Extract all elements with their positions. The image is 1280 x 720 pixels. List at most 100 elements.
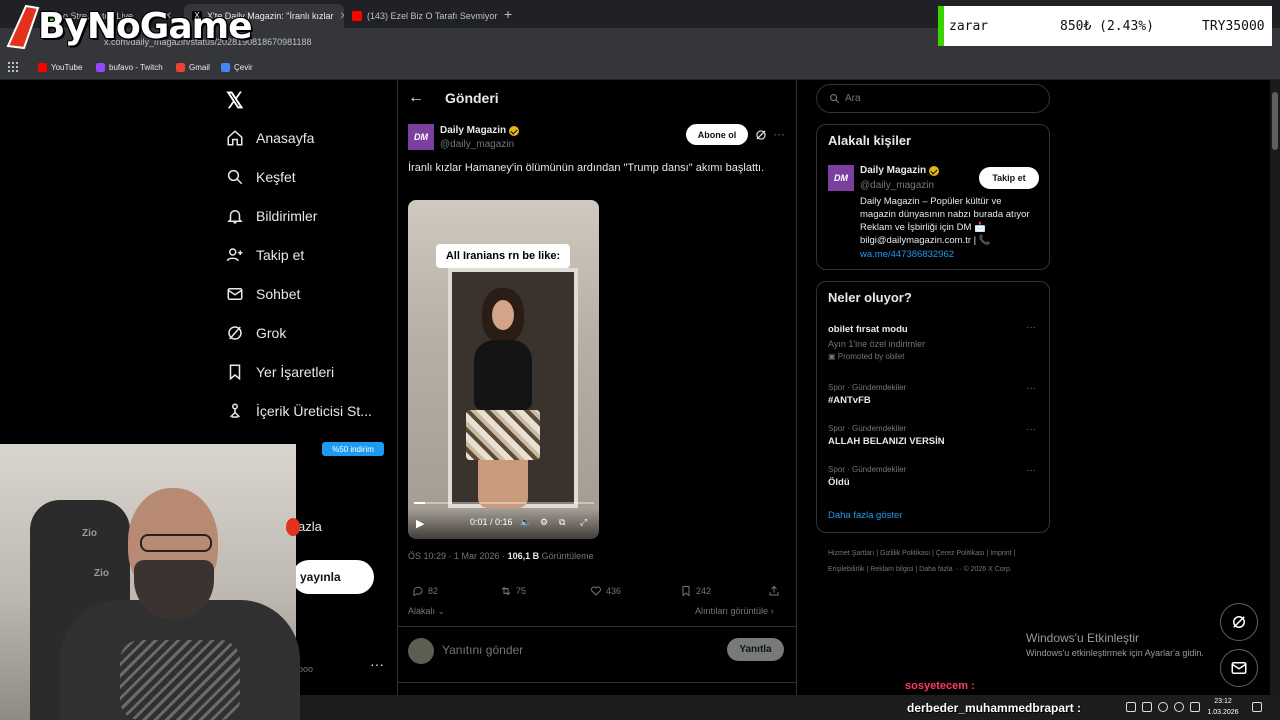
trend-category: Spor · Gündemdekiler (828, 424, 907, 433)
taskbar-clock[interactable]: 23:12 1.03.2026 (1206, 696, 1240, 718)
related-name[interactable]: Daily Magazin (860, 165, 940, 176)
nav-item-notifications[interactable]: Bildirimler (226, 207, 317, 225)
bookmark-twitch[interactable]: bufavo - Twitch (96, 61, 163, 73)
video-progress-fill (414, 502, 426, 504)
scrollbar-track[interactable] (1270, 80, 1280, 695)
footer-links[interactable]: Hizmet Şartları | Gizlilik Politikası | … (828, 546, 1048, 578)
author-name[interactable]: Daily Magazin (440, 125, 520, 136)
share-action[interactable] (768, 585, 784, 597)
nav-label: Yer İşaretleri (256, 364, 335, 380)
show-more-link[interactable]: Daha fazla göster (828, 510, 902, 521)
close-icon[interactable]: ✕ (497, 11, 500, 22)
follow-button[interactable]: Takip et (979, 167, 1039, 189)
reply-count: 82 (428, 586, 439, 596)
nav-item-more[interactable]: azla (298, 519, 322, 534)
trend-item[interactable]: obilet fırsat modu Ayın 1'ine özel indir… (828, 322, 1040, 361)
mail-icon (1231, 662, 1247, 674)
network-icon[interactable] (1174, 702, 1184, 712)
scrollbar-thumb[interactable] (1272, 92, 1278, 150)
trend-name: ALLAH BELANIZI VERSİN (828, 436, 945, 447)
view-quotes-link[interactable]: Alıntıları görüntüle › (695, 606, 774, 616)
chat-message: derbeder_muhammedbrapart : (907, 701, 1082, 715)
trend-item[interactable]: Spor · Gündemdekiler Öldü ··· (828, 465, 1040, 488)
nav-item-bookmarks[interactable]: Yer İşaretleri (226, 363, 334, 381)
stream-ticker: zarar 850₺ (2.43%) TRY35000 (938, 6, 1272, 46)
windows-activate-title: Windows'u Etkinleştir (1026, 631, 1139, 645)
promo-badge[interactable]: %50 indirim (322, 442, 384, 456)
subscribe-button[interactable]: Abone ol (686, 124, 748, 145)
tray-icon[interactable] (1126, 702, 1136, 712)
nav-label: Bildirimler (256, 208, 318, 224)
trend-name: #ANTvFB (828, 395, 871, 406)
more-options-icon[interactable]: ··· (1026, 424, 1036, 435)
author-avatar[interactable]: DM (408, 124, 434, 150)
nav-label: Takip et (256, 247, 305, 263)
pip-icon[interactable]: ⧉ (559, 517, 565, 528)
notification-icon[interactable] (1252, 702, 1262, 712)
related-handle[interactable]: @daily_magazin (860, 180, 934, 191)
bookmark-action[interactable]: 242 (680, 585, 711, 597)
repost-count: 75 (516, 586, 527, 596)
trend-sub: Ayın 1'ine özel indirimler (828, 339, 926, 349)
post-text: İranlı kızlar Hamaney'in ölümünün ardınd… (408, 162, 765, 174)
post-time: ÖS 10:29 · 1 Mar 2026 · (408, 551, 508, 561)
volume-icon[interactable]: 🔈 (520, 517, 531, 528)
nav-item-grok[interactable]: Grok (226, 324, 286, 342)
browser-tab-youtube[interactable]: (143) Ezel Biz O Tarafı Sevmiyor ✕ (344, 4, 500, 28)
nav-item-follow[interactable]: Takip et (226, 246, 304, 264)
play-icon[interactable]: ▶ (416, 517, 424, 530)
related-dropdown[interactable]: Alakalı ⌄ (408, 606, 445, 617)
new-tab-button[interactable]: + (504, 6, 512, 22)
repost-action[interactable]: 75 (500, 585, 526, 597)
bookmark-youtube[interactable]: YouTube (38, 61, 82, 73)
like-action[interactable]: 436 (590, 585, 621, 597)
messages-fab-button[interactable] (1220, 649, 1258, 687)
profile-menu-icon[interactable]: ··· (370, 656, 384, 672)
nav-item-chat[interactable]: Sohbet (226, 285, 300, 303)
x-logo[interactable]: 𝕏 (226, 88, 244, 114)
reply-action[interactable]: 82 (412, 585, 438, 597)
like-count: 436 (606, 586, 622, 596)
reply-icon (413, 586, 423, 597)
video-progress-track[interactable] (414, 502, 594, 504)
search-input[interactable]: Ara (816, 84, 1050, 113)
tray-icon[interactable] (1142, 702, 1152, 712)
nav-item-creator-studio[interactable]: İçerik Üreticisi St... (226, 402, 372, 420)
post-button[interactable]: yayınla (292, 560, 374, 594)
twitch-icon (96, 62, 105, 72)
reply-input[interactable]: Yanıtını gönder (442, 643, 523, 657)
more-options-icon[interactable]: ··· (1026, 383, 1036, 394)
apps-grid-icon[interactable] (8, 62, 18, 72)
trend-item[interactable]: Spor · Gündemdekiler ALLAH BELANIZI VERS… (828, 424, 1040, 447)
nav-label: Anasayfa (256, 130, 315, 146)
related-avatar[interactable]: DM (828, 165, 854, 191)
video-frame-legs (478, 460, 528, 508)
verified-badge-icon (929, 165, 940, 176)
grok-icon[interactable] (754, 128, 768, 142)
author-handle[interactable]: @daily_magazin (440, 139, 514, 150)
verified-badge-icon (509, 125, 520, 136)
microphone-icon[interactable] (1158, 702, 1168, 712)
youtube-icon (38, 62, 47, 72)
more-options-icon[interactable]: ··· (1026, 322, 1036, 333)
close-icon[interactable]: ✕ (333, 11, 344, 22)
divider (398, 682, 796, 683)
back-arrow-icon[interactable]: ← (408, 89, 424, 107)
trend-item[interactable]: Spor · Gündemdekiler #ANTvFB ··· (828, 383, 1040, 406)
grok-fab-button[interactable] (1220, 603, 1258, 641)
nav-item-explore[interactable]: Keşfet (226, 168, 296, 186)
clock-time: 23:12 (1214, 698, 1232, 705)
chevron-down-icon: ⌄ (437, 606, 446, 616)
more-options-icon[interactable]: ··· (1026, 465, 1036, 476)
fullscreen-icon[interactable]: ⤢ (580, 517, 587, 528)
gmail-icon (176, 62, 185, 72)
related-link[interactable]: wa.me/447386832962 (860, 249, 954, 260)
more-options-icon[interactable]: ··· (773, 127, 785, 141)
related-label: Alakalı (408, 606, 436, 616)
volume-icon[interactable] (1190, 702, 1200, 712)
bookmark-translate[interactable]: Çevir (221, 61, 253, 73)
reply-button[interactable]: Yanıtla (727, 638, 784, 661)
nav-item-home[interactable]: Anasayfa (226, 129, 314, 147)
settings-icon[interactable]: ⚙ (540, 517, 548, 528)
bookmark-gmail[interactable]: Gmail (176, 61, 210, 73)
